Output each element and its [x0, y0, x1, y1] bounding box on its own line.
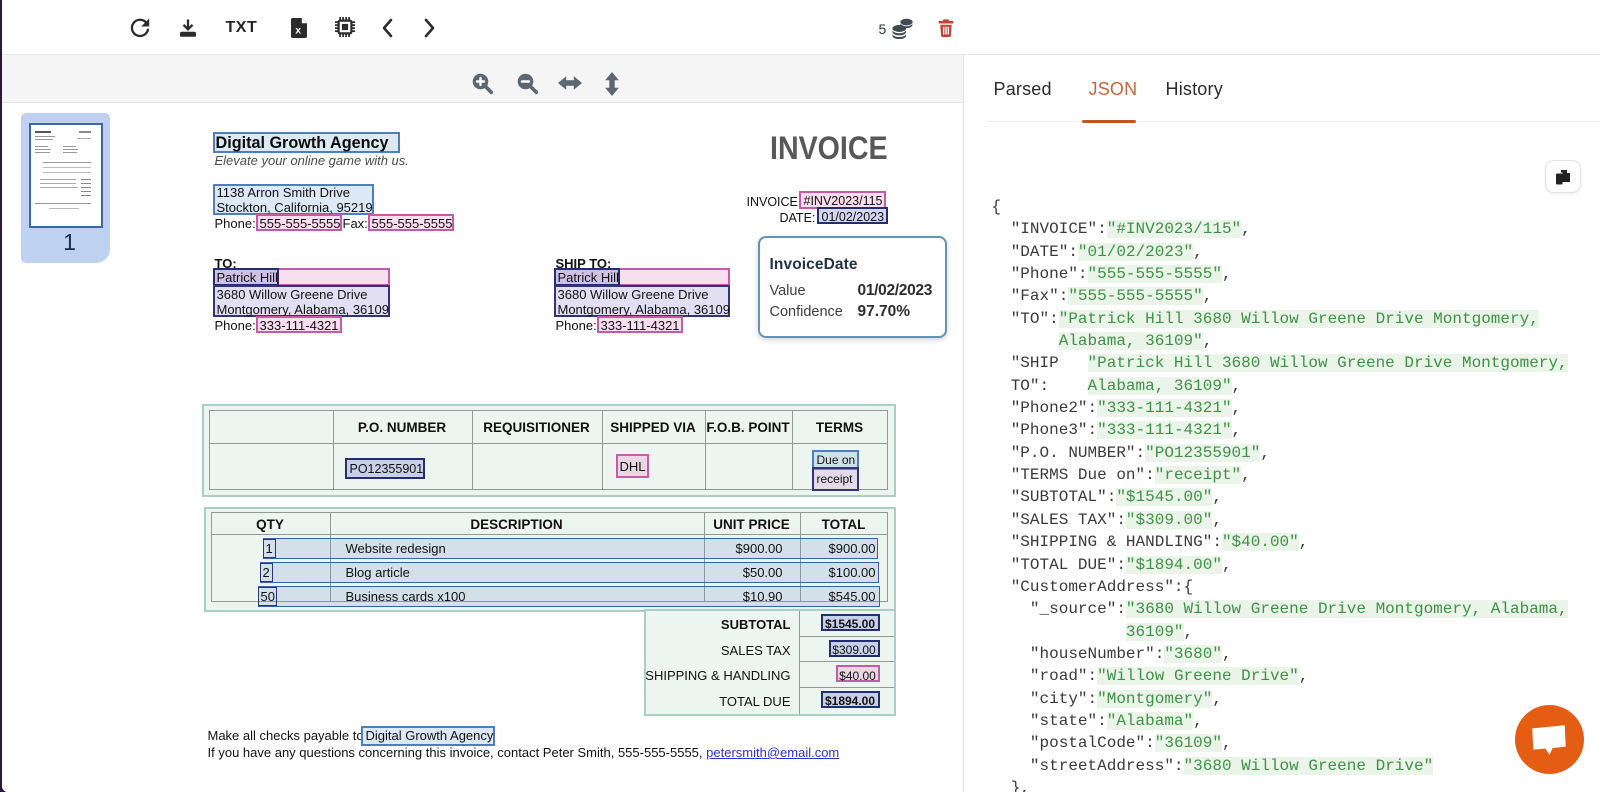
svg-text:x: x	[295, 25, 301, 37]
